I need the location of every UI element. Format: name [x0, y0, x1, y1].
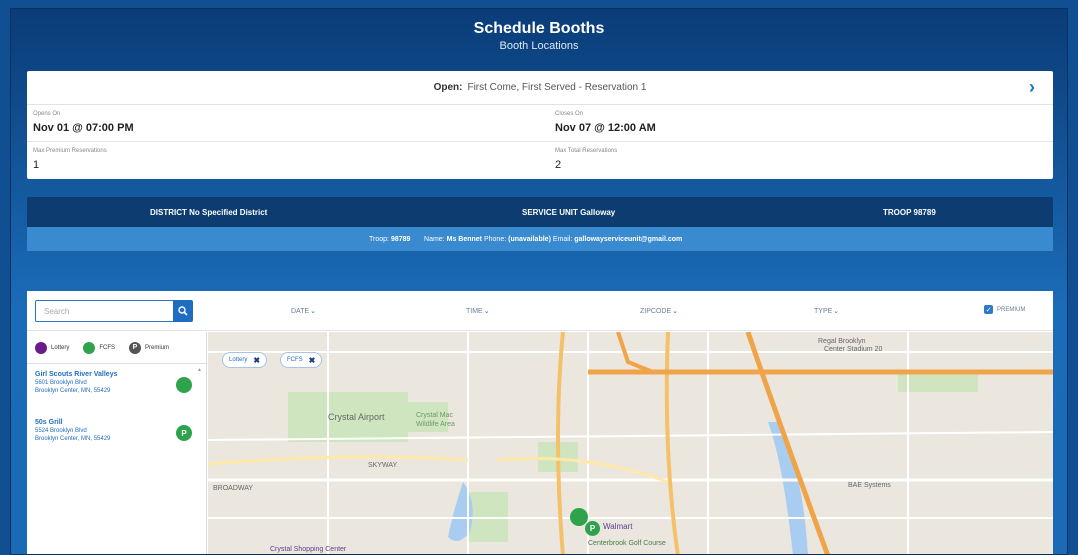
- list-item[interactable]: Girl Scouts River Valleys 5601 Brooklyn …: [27, 364, 206, 412]
- open-value: First Come, First Served - Reservation 1: [467, 82, 647, 93]
- map-label-wildlife-area: Wildlife Area: [416, 421, 455, 428]
- location-address-line2: Brooklyn Center, MN, 55429: [35, 436, 111, 442]
- opens-on-value: Nov 01 @ 07:00 PM: [33, 122, 134, 134]
- legend-fcfs: FCFS: [83, 341, 116, 354]
- checkmark-icon: ✓: [984, 305, 993, 314]
- fcfs-filter-chip[interactable]: FCFS ✖: [280, 352, 323, 368]
- search-input[interactable]: Search: [35, 300, 191, 322]
- district-text: DISTRICT No Specified District: [150, 207, 268, 217]
- service-unit-text: SERVICE UNIT Galloway: [522, 207, 616, 217]
- reservation-details: Opens On Nov 01 @ 07:00 PM Closes On Nov…: [27, 105, 1053, 179]
- legend-premium: P Premium: [129, 341, 170, 354]
- name-value: Ms Bennet: [446, 235, 483, 243]
- location-address-line2: Brooklyn Center, MN, 55429: [35, 388, 111, 394]
- legend: Lottery FCFS P Premium: [27, 332, 206, 364]
- chevron-down-icon: ⌄: [483, 308, 490, 315]
- filter-bar: Search DATE⌄ TIME⌄ ZIPCODE⌄ TYPE⌄ ✓ PREM…: [27, 291, 1053, 331]
- booth-locations-panel: Search DATE⌄ TIME⌄ ZIPCODE⌄ TYPE⌄ ✓ PREM…: [27, 291, 1053, 554]
- email-value: gallowayserviceunit@gmail.com: [574, 235, 683, 243]
- chevron-down-icon: ⌄: [833, 308, 840, 315]
- max-total-label: Max Total Reservations: [555, 148, 618, 154]
- chevron-down-icon: ⌄: [310, 308, 317, 315]
- max-total-value: 2: [555, 159, 562, 171]
- map-label-crystal-airport: Crystal Airport: [328, 412, 385, 422]
- close-icon[interactable]: ✖: [309, 356, 316, 365]
- phone-value: (unavailable): [508, 235, 551, 243]
- type-filter-label: TYPE: [814, 308, 833, 315]
- opens-on-cell: Opens On Nov 01 @ 07:00 PM: [27, 105, 540, 142]
- time-filter[interactable]: TIME⌄: [466, 307, 490, 315]
- location-address-line1: 5524 Brooklyn Blvd: [35, 428, 87, 434]
- legend-lottery-label: Lottery: [51, 344, 70, 351]
- map-label-crystal-mac: Crystal Mac: [416, 412, 453, 419]
- lottery-dot-icon: [35, 341, 47, 354]
- chip-label: FCFS: [287, 357, 303, 363]
- zipcode-filter[interactable]: ZIPCODE⌄: [640, 307, 678, 315]
- time-filter-label: TIME: [466, 308, 483, 315]
- lottery-filter-chip[interactable]: Lottery ✖: [222, 352, 268, 368]
- name-label: Name:: [424, 235, 445, 243]
- premium-badge-icon: P: [129, 341, 142, 354]
- chip-label: Lottery: [229, 357, 248, 363]
- map-label-shopping-center: Crystal Shopping Center: [270, 546, 347, 553]
- legend-premium-label: Premium: [145, 344, 170, 351]
- map-label-bae-systems: BAE Systems: [848, 482, 891, 489]
- email-label: Email:: [552, 235, 573, 243]
- map-label-walmart: Walmart: [603, 522, 633, 531]
- district-bar: DISTRICT No Specified District SERVICE U…: [27, 197, 1053, 227]
- max-premium-cell: Max Premium Reservations 1: [27, 142, 540, 179]
- location-list: Lottery FCFS P Premium ▲ Girl Scouts Riv…: [27, 332, 207, 554]
- page-title: Schedule Booths: [473, 20, 605, 37]
- opens-on-label: Opens On: [33, 111, 61, 117]
- map-label-golf-course: Centerbrook Golf Course: [588, 540, 666, 547]
- fcfs-marker-icon: [176, 377, 192, 393]
- closes-on-cell: Closes On Nov 07 @ 12:00 AM: [540, 105, 1053, 142]
- date-filter[interactable]: DATE⌄: [291, 307, 316, 315]
- map-label-skyway: SKYWAY: [368, 462, 398, 469]
- location-name: Girl Scouts River Valleys: [35, 371, 118, 378]
- premium-checkbox[interactable]: ✓ PREMIUM: [984, 305, 1025, 314]
- max-premium-value: 1: [33, 159, 40, 171]
- troop-value: 98789: [390, 235, 411, 243]
- list-item[interactable]: 50s Grill 5524 Brooklyn Blvd Brooklyn Ce…: [27, 412, 206, 460]
- closes-on-value: Nov 07 @ 12:00 AM: [555, 122, 656, 134]
- zipcode-filter-label: ZIPCODE: [640, 308, 672, 315]
- date-filter-label: DATE: [291, 308, 310, 315]
- closes-on-label: Closes On: [555, 111, 584, 117]
- location-name: 50s Grill: [35, 419, 63, 426]
- legend-lottery: Lottery: [35, 341, 70, 354]
- location-address-line1: 5601 Brooklyn Blvd: [35, 380, 87, 386]
- premium-checkbox-label: PREMIUM: [997, 306, 1026, 313]
- legend-fcfs-label: FCFS: [99, 344, 116, 351]
- open-status-row[interactable]: Open: First Come, First Served - Reserva…: [27, 71, 1053, 105]
- search-button[interactable]: [173, 300, 193, 322]
- troop-contact-bar: Troop: 98789 Name: Ms Bennet Phone: (una…: [27, 227, 1053, 251]
- max-total-cell: Max Total Reservations 2: [540, 142, 1053, 179]
- map-label-regal: Regal Brooklyn: [818, 338, 866, 345]
- troop-label: Troop:: [369, 235, 389, 243]
- map-view[interactable]: Lottery ✖ FCFS ✖ Crystal Airport Crystal…: [208, 332, 1053, 554]
- max-premium-label: Max Premium Reservations: [33, 148, 107, 154]
- search-icon: [178, 306, 188, 316]
- map-label-regal-2: Center Stadium 20: [824, 346, 883, 353]
- reservation-info-card: Open: First Come, First Served - Reserva…: [27, 71, 1053, 179]
- page-header: Schedule Booths Booth Locations: [11, 19, 1067, 53]
- troop-contact-line: Troop: 98789 Name: Ms Bennet Phone: (una…: [369, 236, 682, 243]
- premium-map-pin[interactable]: P: [585, 521, 600, 536]
- troop-text: TROOP 98789: [883, 207, 936, 217]
- phone-label: Phone:: [483, 235, 507, 243]
- chevron-down-icon: ⌄: [672, 308, 678, 315]
- open-label: Open:: [433, 82, 463, 93]
- app-frame: Schedule Booths Booth Locations Open: Fi…: [10, 8, 1068, 555]
- type-filter[interactable]: TYPE⌄: [814, 307, 839, 315]
- fcfs-dot-icon: [83, 341, 96, 354]
- map-label-broadway: BROADWAY: [213, 485, 254, 492]
- chevron-right-icon[interactable]: ›: [1029, 78, 1045, 96]
- close-icon[interactable]: ✖: [253, 356, 260, 365]
- premium-marker-icon: P: [176, 425, 192, 441]
- page-subtitle: Booth Locations: [499, 40, 579, 52]
